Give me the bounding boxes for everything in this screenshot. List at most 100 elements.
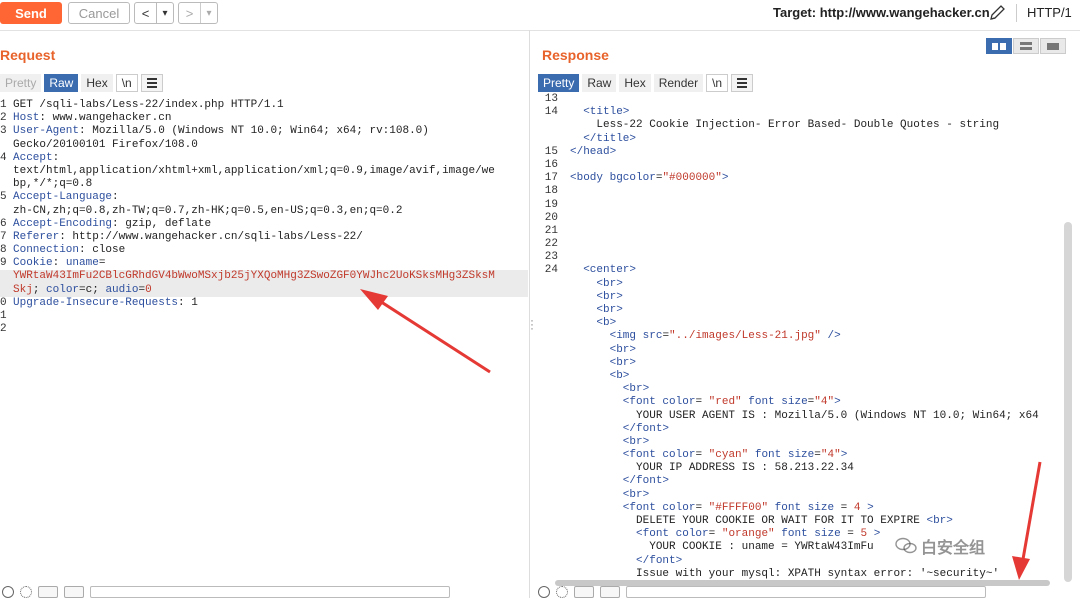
response-line[interactable]: 18 — [538, 185, 1064, 198]
code-token: = — [708, 528, 722, 541]
response-line[interactable]: <br> — [538, 436, 1064, 449]
response-line[interactable]: </font> — [538, 475, 1064, 488]
request-search-input[interactable] — [90, 586, 450, 598]
request-menu-icon[interactable] — [140, 74, 163, 92]
tabbed-layout-icon[interactable] — [1040, 38, 1066, 54]
send-button[interactable]: Send — [0, 2, 62, 24]
response-line[interactable]: <b> — [538, 370, 1064, 383]
request-line[interactable]: 1 GET /sqli-labs/Less-22/index.php HTTP/1… — [0, 99, 528, 112]
response-line[interactable]: Less-22 Cookie Injection- Error Based- D… — [538, 119, 1064, 132]
back-button[interactable]: < — [135, 3, 157, 23]
request-line[interactable]: bp,*/*;q=0.8 — [0, 178, 528, 191]
forward-history-dropdown[interactable]: ▾ — [201, 3, 217, 23]
code-token: color — [46, 283, 80, 296]
code-token: <br> — [570, 435, 650, 448]
response-line[interactable]: 15 </head> — [538, 146, 1064, 159]
request-line[interactable]: Gecko/20100101 Firefox/108.0 — [0, 139, 528, 152]
panel-resize-handle[interactable]: · · · — [530, 314, 534, 334]
response-line[interactable]: </title> — [538, 133, 1064, 146]
request-line[interactable]: 2 — [0, 323, 528, 336]
back-button-group[interactable]: < ▾ — [134, 2, 174, 24]
request-tab-hex[interactable]: Hex — [81, 74, 113, 92]
response-line[interactable]: 24 <center> — [538, 264, 1064, 277]
request-line[interactable]: 9 Cookie: uname= — [0, 257, 528, 270]
request-tab-pretty[interactable]: Pretty — [0, 74, 42, 92]
response-line[interactable]: 22 — [538, 238, 1064, 251]
response-tab-render[interactable]: Render — [653, 74, 704, 92]
response-line[interactable]: <b> — [538, 317, 1064, 330]
response-line[interactable]: 23 — [538, 251, 1064, 264]
request-line[interactable]: 5 Accept-Language: — [0, 191, 528, 204]
request-line[interactable]: YWRtaW43ImFu2CBlcGRhdGV4bWwoMSxjb25jYXQo… — [0, 270, 528, 284]
response-line[interactable]: 21 — [538, 225, 1064, 238]
response-tab-hex[interactable]: Hex — [619, 74, 651, 92]
request-line[interactable]: 6 Accept-Encoding: gzip, deflate — [0, 218, 528, 231]
stacked-layout-icon[interactable] — [1013, 38, 1039, 54]
response-line[interactable]: <img src="../images/Less-21.jpg" /> — [538, 330, 1064, 343]
request-line[interactable]: 8 Connection: close — [0, 244, 528, 257]
line-code: Accept-Encoding: gzip, deflate — [13, 218, 211, 231]
response-line[interactable]: <font color= "orange" font size = 5 > — [538, 528, 1064, 541]
response-search-input[interactable] — [626, 586, 986, 598]
response-line[interactable]: </font> — [538, 555, 1064, 568]
forward-button[interactable]: > — [179, 3, 201, 23]
request-tab-newline[interactable]: \n — [115, 74, 138, 92]
response-line[interactable]: <br> — [538, 357, 1064, 370]
response-line[interactable]: 13 — [538, 93, 1064, 106]
code-token: bp,*/*;q=0.8 — [13, 178, 93, 191]
response-line[interactable]: YOUR USER AGENT IS : Mozilla/5.0 (Window… — [538, 410, 1064, 423]
cancel-button[interactable]: Cancel — [68, 2, 130, 24]
response-line[interactable]: <br> — [538, 278, 1064, 291]
response-line[interactable]: </font> — [538, 423, 1064, 436]
settings-icon[interactable] — [556, 586, 568, 598]
http-version-label[interactable]: HTTP/1 — [1027, 5, 1072, 20]
response-line[interactable]: <br> — [538, 291, 1064, 304]
code-token: = — [695, 501, 709, 514]
response-line[interactable]: <br> — [538, 383, 1064, 396]
help-icon[interactable] — [538, 586, 550, 598]
request-line[interactable]: 2 Host: www.wangehacker.cn — [0, 112, 528, 125]
request-line[interactable]: 7 Referer: http://www.wangehacker.cn/sqli… — [0, 231, 528, 244]
response-line[interactable]: Issue with your mysql: XPATH syntax erro… — [538, 568, 1064, 579]
search-next-button[interactable] — [64, 586, 84, 598]
response-line[interactable]: 16 — [538, 159, 1064, 172]
search-prev-button[interactable] — [38, 586, 58, 598]
response-line[interactable]: 19 — [538, 199, 1064, 212]
response-line[interactable]: <font color= "#FFFF00" font size = 4 > — [538, 502, 1064, 515]
search-next-button[interactable] — [600, 586, 620, 598]
request-line[interactable]: 3 User-Agent: Mozilla/5.0 (Windows NT 10.… — [0, 125, 528, 138]
response-tab-newline[interactable]: \n — [706, 74, 729, 92]
response-vertical-scrollbar[interactable] — [1064, 222, 1072, 582]
response-line[interactable]: <font color= "cyan" font size="4"> — [538, 449, 1064, 462]
response-line[interactable]: 17 <body bgcolor="#000000"> — [538, 172, 1064, 185]
request-line[interactable]: text/html,application/xhtml+xml,applicat… — [0, 165, 528, 178]
code-token: Accept — [13, 151, 53, 164]
request-tab-raw[interactable]: Raw — [44, 74, 79, 92]
settings-icon[interactable] — [20, 586, 32, 598]
back-history-dropdown[interactable]: ▾ — [157, 3, 173, 23]
edit-target-icon[interactable] — [988, 4, 1008, 22]
response-tab-pretty[interactable]: Pretty — [538, 74, 580, 92]
request-line[interactable]: zh-CN,zh;q=0.8,zh-TW;q=0.7,zh-HK;q=0.5,e… — [0, 205, 528, 218]
response-line[interactable]: <br> — [538, 344, 1064, 357]
response-line[interactable]: <br> — [538, 304, 1064, 317]
forward-button-group[interactable]: > ▾ — [178, 2, 218, 24]
request-editor[interactable]: 1 GET /sqli-labs/Less-22/index.php HTTP/1… — [0, 99, 528, 336]
request-line[interactable]: 0 Upgrade-Insecure-Requests: 1 — [0, 297, 528, 310]
side-by-side-layout-icon[interactable] — [986, 38, 1012, 54]
request-line[interactable]: Skj; color=c; audio=0 — [0, 283, 528, 297]
response-line[interactable]: DELETE YOUR COOKIE OR WAIT FOR IT TO EXP… — [538, 515, 1064, 528]
help-icon[interactable] — [2, 586, 14, 598]
response-line[interactable]: YOUR COOKIE : uname = YWRtaW43ImFu — [538, 541, 1064, 554]
response-tab-raw[interactable]: Raw — [582, 74, 617, 92]
response-line[interactable]: YOUR IP ADDRESS IS : 58.213.22.34 — [538, 462, 1064, 475]
response-line[interactable]: 14 <title> — [538, 106, 1064, 119]
response-line[interactable]: <font color= "red" font size="4"> — [538, 396, 1064, 409]
request-line[interactable]: 1 — [0, 310, 528, 323]
response-line[interactable]: 20 — [538, 212, 1064, 225]
search-prev-button[interactable] — [574, 586, 594, 598]
request-line[interactable]: 4 Accept: — [0, 152, 528, 165]
response-editor[interactable]: 13 14 <title> Less-22 Cookie Injection- E… — [538, 93, 1064, 579]
response-menu-icon[interactable] — [731, 74, 754, 92]
response-line[interactable]: <br> — [538, 489, 1064, 502]
